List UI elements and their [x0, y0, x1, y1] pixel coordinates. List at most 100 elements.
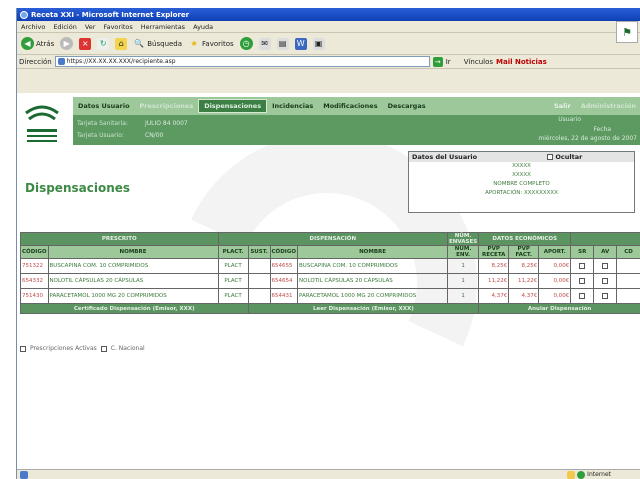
cell-cd: [616, 258, 640, 274]
menu-archivo[interactable]: Archivo: [21, 23, 45, 31]
nav-prescripciones[interactable]: Prescripciones: [135, 102, 199, 110]
cell-cd: [616, 288, 640, 304]
globe-icon: [577, 470, 586, 479]
title-bar: Receta XXI - Microsoft Internet Explorer: [17, 8, 640, 21]
cell-env: 1: [447, 288, 480, 304]
menu-herramientas[interactable]: Herramientas: [141, 23, 185, 31]
refresh-icon[interactable]: ↻: [97, 37, 110, 50]
userbox-toggle[interactable]: Ocultar: [547, 153, 582, 161]
back-button[interactable]: ◀ Atrás: [21, 37, 54, 50]
page-content: Datos Usuario Prescripciones Dispensacio…: [17, 93, 640, 469]
table-row: 751322 BUSCAPINA COM. 10 COMPRIMIDOS PLA…: [20, 258, 640, 274]
leer-button[interactable]: Leer Dispensación (Emisor, XXX): [247, 303, 480, 314]
menu-ayuda[interactable]: Ayuda: [193, 23, 213, 31]
main-nav: Datos Usuario Prescripciones Dispensacio…: [73, 97, 640, 115]
nav-dispensaciones[interactable]: Dispensaciones: [198, 99, 268, 113]
stop-icon[interactable]: ×: [79, 37, 92, 50]
userbox-line: NOMBRE COMPLETO: [493, 181, 550, 187]
certificado-button[interactable]: Certificado Dispensación (Emisor, XXX): [20, 303, 249, 314]
cell-name: PARACETAMOL 1000 MG 20 COMPRIMIDOS: [47, 288, 219, 304]
anular-button[interactable]: Anular Dispensación: [478, 303, 640, 314]
activas-label: Prescripciones Activas: [30, 345, 97, 352]
col-nombre-disp: NOMBRE: [297, 245, 449, 259]
cell-code: 751322: [20, 258, 49, 274]
col-cd: CD: [616, 245, 640, 259]
junta-logo-icon: [25, 105, 59, 142]
toolbar: ◀ Atrás ▶ × ↻ ⌂ 🔍 Búsqueda ★ Favoritos ◷ ✉ …: [17, 33, 640, 55]
search-button[interactable]: 🔍 Búsqueda: [133, 38, 182, 50]
nav-datos-usuario[interactable]: Datos Usuario: [73, 102, 135, 110]
links-label[interactable]: Vínculos: [464, 58, 493, 66]
nav-modificaciones[interactable]: Modificaciones: [318, 102, 382, 110]
menu-edicion[interactable]: Edición: [53, 23, 77, 31]
cell-code: 751430: [20, 288, 49, 304]
cell-code2: 654655: [269, 258, 299, 274]
address-bar: Dirección https://XX.XX.XX.XXX/recipient…: [17, 55, 640, 69]
cell-name: NOLOTIL CÁPSULAS 20 CÁPSULAS: [47, 273, 219, 289]
filter-checks: Prescripciones Activas C. Nacional: [20, 345, 145, 352]
cell-aport: 0,00€: [538, 288, 572, 304]
menu-ver[interactable]: Ver: [85, 23, 96, 31]
star-icon: ★: [190, 39, 198, 48]
userbox-title: Datos del Usuario: [412, 153, 478, 161]
cell-pvp: 8,25€: [478, 258, 510, 274]
favorites-button[interactable]: ★ Favoritos: [188, 38, 233, 50]
forward-button[interactable]: ▶: [60, 37, 74, 50]
nav-descargas[interactable]: Descargas: [383, 102, 431, 110]
cell-env: 1: [447, 273, 480, 289]
cell-code2: 654654: [269, 273, 299, 289]
cell-sr: [570, 258, 595, 274]
go-icon[interactable]: →: [432, 56, 443, 67]
search-icon: 🔍: [134, 39, 145, 48]
nav-salir[interactable]: Salir: [549, 102, 576, 110]
sr-checkbox[interactable]: [579, 292, 586, 299]
nav-administracion[interactable]: Administración: [576, 102, 640, 110]
windows-logo-icon: ⚑: [616, 21, 638, 43]
cell-name2: PARACETAMOL 1000 MG 20 COMPRIMIDOS: [297, 288, 449, 304]
home-icon[interactable]: ⌂: [115, 37, 128, 50]
cell-code: 654332: [20, 273, 49, 289]
notice-link[interactable]: Mail Noticias: [496, 58, 547, 66]
mail-icon[interactable]: ✉: [258, 37, 271, 50]
address-input[interactable]: https://XX.XX.XX.XXX/recipiente.asp: [54, 56, 430, 67]
userbox-line: APORTACIÓN: XXXXXXXXX: [485, 190, 558, 196]
user-heading: Usuario: [558, 116, 581, 123]
cell-fact: 4,37€: [508, 288, 540, 304]
edit-icon[interactable]: W: [294, 37, 307, 50]
col-plact: PLACT.: [217, 245, 249, 259]
cell-sr: [570, 273, 595, 289]
nacional-label: C. Nacional: [110, 345, 145, 352]
cell-sust: [247, 273, 271, 289]
cell-cd: [616, 273, 640, 289]
menu-favoritos[interactable]: Favoritos: [103, 23, 132, 31]
toggle-checkbox[interactable]: [547, 154, 554, 160]
ie-icon: [20, 10, 28, 19]
history-icon[interactable]: ◷: [239, 37, 253, 50]
print-icon[interactable]: ▤: [276, 37, 289, 50]
menu-bar: Archivo Edición Ver Favoritos Herramient…: [17, 21, 640, 33]
tarjeta-value: JULIO 84 0007: [145, 120, 188, 127]
av-checkbox[interactable]: [602, 277, 609, 284]
col-fact: PVP FACT.: [508, 245, 540, 259]
address-label: Dirección: [19, 57, 52, 66]
group-dispensacion: DISPENSACIÓN: [217, 232, 449, 246]
sr-checkbox[interactable]: [579, 277, 586, 284]
nav-incidencias[interactable]: Incidencias: [267, 102, 318, 110]
group-economicos: DATOS ECONÓMICOS: [478, 232, 572, 246]
cell-pvp: 11,22€: [478, 273, 510, 289]
av-checkbox[interactable]: [602, 292, 609, 299]
cell-av: [593, 258, 618, 274]
back-arrow-icon: ◀: [21, 37, 34, 50]
table-row: 751430 PARACETAMOL 1000 MG 20 COMPRIMIDO…: [20, 288, 640, 304]
av-checkbox[interactable]: [602, 262, 609, 269]
cell-name2: NOLOTIL CÁPSULAS 20 CÁPSULAS: [297, 273, 449, 289]
userbox-line: XXXXX: [512, 163, 531, 169]
usuario-value: CN/00: [145, 132, 164, 139]
sr-checkbox[interactable]: [579, 262, 586, 269]
activas-checkbox[interactable]: [20, 345, 26, 352]
nacional-checkbox[interactable]: [100, 345, 107, 352]
page-icon: [57, 58, 65, 65]
browser-window: Receta XXI - Microsoft Internet Explorer…: [16, 8, 640, 479]
discuss-icon[interactable]: ▣: [312, 37, 325, 50]
go-button[interactable]: Ir: [446, 58, 451, 66]
